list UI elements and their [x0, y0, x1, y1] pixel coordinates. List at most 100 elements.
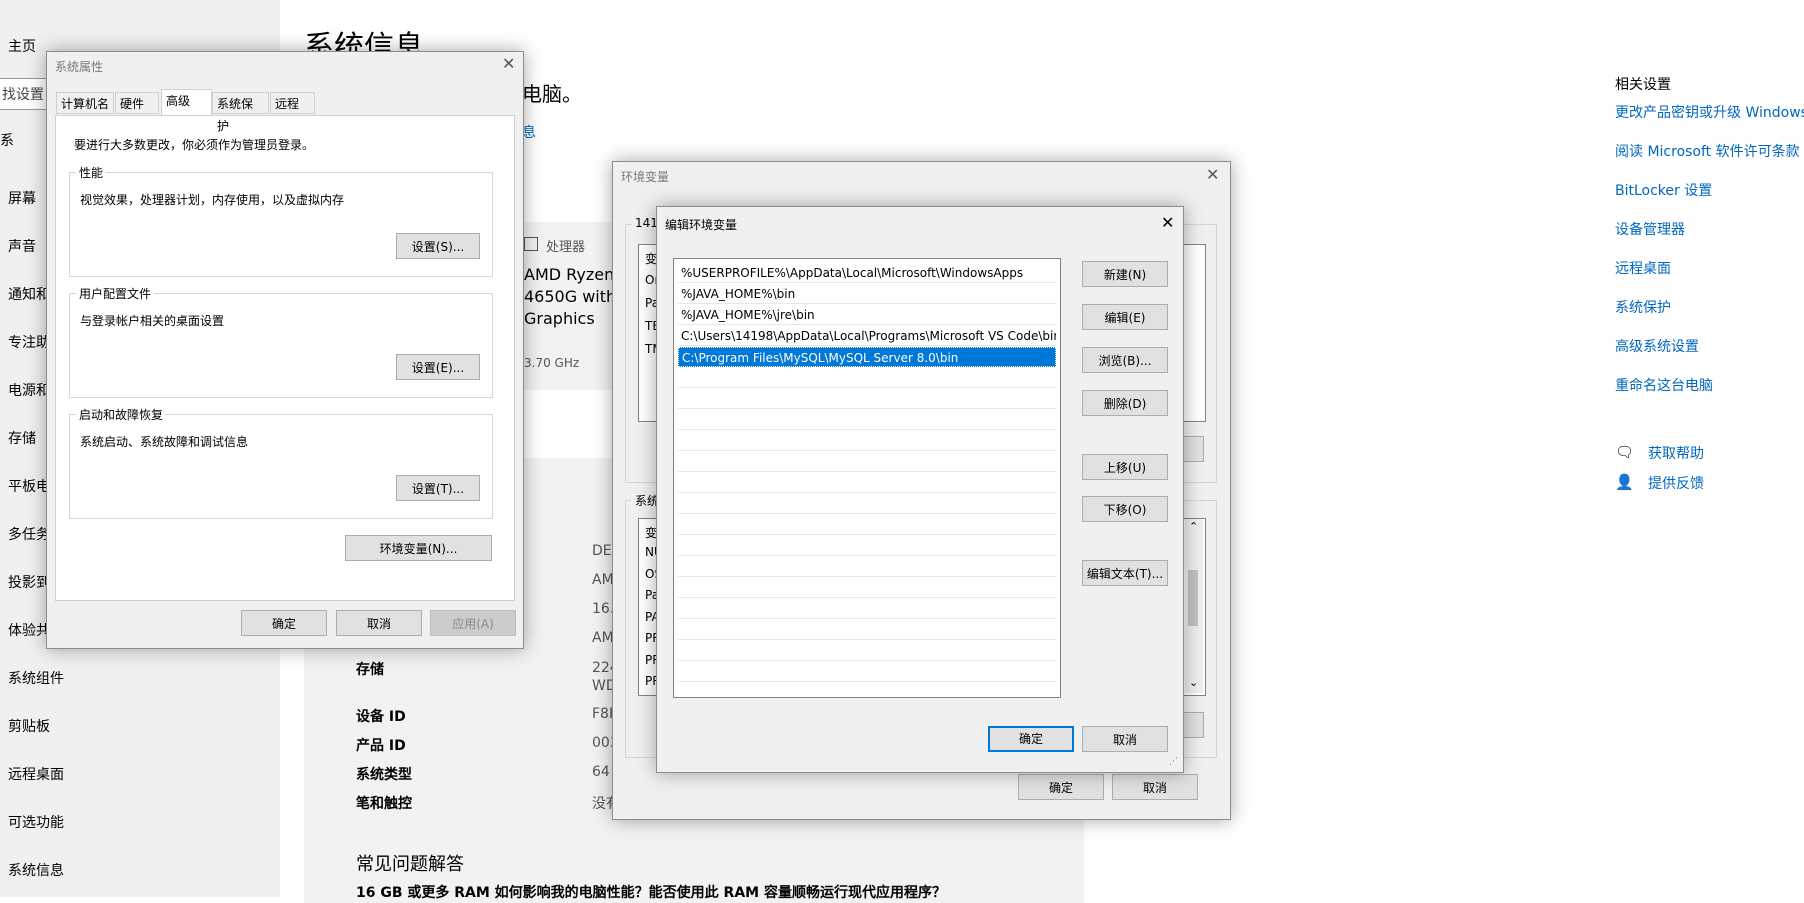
nav-item-components[interactable]: 系统组件 — [8, 668, 64, 688]
empty-row[interactable] — [678, 368, 1056, 388]
link-advanced-system-settings[interactable]: 高级系统设置 — [1615, 336, 1699, 356]
page-link[interactable]: 息 — [522, 122, 536, 142]
nav-item-display[interactable]: 屏幕 — [8, 188, 36, 208]
link-change-product-key[interactable]: 更改产品密钥或升级 Windows — [1615, 102, 1804, 122]
spec-value-2: AM — [592, 572, 614, 588]
nav-home[interactable]: 主页 — [8, 36, 36, 56]
performance-group: 性能 — [69, 164, 493, 277]
apply-button[interactable]: 应用(A) — [430, 610, 516, 636]
empty-row[interactable] — [678, 557, 1056, 577]
cancel-button[interactable]: 取消 — [1082, 726, 1168, 752]
delete-button[interactable]: 删除(D) — [1082, 390, 1168, 416]
group-label: 启动和故障恢复 — [76, 406, 167, 423]
ok-button[interactable]: 确定 — [241, 610, 327, 636]
close-icon[interactable]: ✕ — [1206, 165, 1219, 184]
empty-row[interactable] — [678, 515, 1056, 535]
tab-system-protection[interactable]: 系统保护 — [212, 92, 269, 133]
move-up-button[interactable]: 上移(U) — [1082, 454, 1168, 480]
faq-title: 常见问题解答 — [356, 854, 464, 875]
help-icon: 🗨 — [1615, 443, 1635, 461]
link-get-help[interactable]: 获取帮助 — [1648, 443, 1704, 463]
spec-value-system-type: 64 — [592, 764, 610, 780]
cancel-button[interactable]: 取消 — [336, 610, 422, 636]
path-entry[interactable]: %JAVA_HOME%\jre\bin — [678, 305, 1056, 325]
edit-text-button[interactable]: 编辑文本(T)... — [1082, 560, 1168, 586]
edit-button[interactable]: 编辑(E) — [1082, 304, 1168, 330]
environment-variables-button[interactable]: 环境变量(N)... — [345, 535, 492, 561]
empty-row[interactable] — [678, 431, 1056, 451]
link-system-protection[interactable]: 系统保护 — [1615, 297, 1671, 317]
nav-item-about[interactable]: 系统信息 — [8, 860, 64, 880]
path-entry-selected[interactable]: C:\Program Files\MySQL\MySQL Server 8.0\… — [678, 347, 1056, 367]
ok-button[interactable]: 确定 — [1018, 774, 1104, 800]
path-entry[interactable]: C:\Users\14198\AppData\Local\Programs\Mi… — [678, 326, 1056, 346]
empty-row[interactable] — [678, 494, 1056, 514]
empty-row[interactable] — [678, 578, 1056, 598]
user-profile-settings-button[interactable]: 设置(E)... — [396, 354, 480, 380]
move-down-button[interactable]: 下移(O) — [1082, 496, 1168, 522]
path-list[interactable]: %USERPROFILE%\AppData\Local\Microsoft\Wi… — [673, 258, 1061, 698]
close-icon[interactable]: ✕ — [502, 54, 515, 73]
empty-row[interactable] — [678, 641, 1056, 661]
processor-value: AMD Ryzen 4650G with Graphics — [524, 265, 617, 328]
empty-row[interactable] — [678, 620, 1056, 640]
startup-recovery-group: 启动和故障恢复 — [69, 406, 493, 519]
empty-row[interactable] — [678, 452, 1056, 472]
nav-item-power[interactable]: 电源和 — [8, 380, 50, 400]
empty-row[interactable] — [678, 473, 1056, 493]
link-license-terms[interactable]: 阅读 Microsoft 软件许可条款 — [1615, 141, 1800, 161]
ok-button[interactable]: 确定 — [988, 726, 1074, 752]
tab-advanced[interactable]: 高级 — [161, 89, 212, 115]
browse-button[interactable]: 浏览(B)... — [1082, 347, 1168, 373]
scroll-up-icon[interactable]: ⌃ — [1189, 520, 1198, 533]
path-entry[interactable]: %JAVA_HOME%\bin — [678, 284, 1056, 304]
startup-recovery-settings-button[interactable]: 设置(T)... — [396, 475, 480, 501]
spec-label-device-id: 设备 ID — [356, 709, 406, 725]
spec-value-4: AM — [592, 630, 614, 646]
empty-row[interactable] — [678, 662, 1056, 682]
page-subtitle: 电脑。 — [522, 82, 582, 106]
tab-computer-name[interactable]: 计算机名 — [56, 92, 114, 114]
user-profile-group: 用户配置文件 — [69, 285, 493, 398]
path-entry[interactable]: %USERPROFILE%\AppData\Local\Microsoft\Wi… — [678, 263, 1056, 283]
dialog-title: 编辑环境变量 — [665, 218, 738, 232]
startup-recovery-description: 系统启动、系统故障和调试信息 — [80, 435, 249, 449]
cancel-button[interactable]: 取消 — [1112, 774, 1198, 800]
nav-item-projecting[interactable]: 投影到 — [8, 572, 50, 592]
link-bitlocker[interactable]: BitLocker 设置 — [1615, 180, 1712, 200]
link-device-manager[interactable]: 设备管理器 — [1615, 219, 1685, 239]
nav-item-remote-desktop[interactable]: 远程桌面 — [8, 764, 64, 784]
scrollbar-thumb[interactable] — [1188, 570, 1198, 626]
empty-row[interactable] — [678, 410, 1056, 430]
nav-item-clipboard[interactable]: 剪贴板 — [8, 716, 50, 736]
nav-item-multitasking[interactable]: 多任务 — [8, 524, 50, 544]
user-profile-description: 与登录帐户相关的桌面设置 — [80, 314, 225, 328]
link-feedback[interactable]: 提供反馈 — [1648, 473, 1704, 493]
link-rename-pc[interactable]: 重命名这台电脑 — [1615, 375, 1713, 395]
nav-item-tablet[interactable]: 平板电 — [8, 476, 50, 496]
empty-row[interactable] — [678, 536, 1056, 556]
nav-item-shared[interactable]: 体验共 — [8, 620, 50, 640]
faq-question[interactable]: 16 GB 或更多 RAM 如何影响我的电脑性能？能否使用此 RAM 容量顺畅运… — [356, 882, 946, 902]
performance-settings-button[interactable]: 设置(S)... — [396, 233, 480, 259]
nav-item-optional-features[interactable]: 可选功能 — [8, 812, 64, 832]
resize-grip-icon[interactable]: ⋰ — [1169, 757, 1178, 767]
tab-hardware[interactable]: 硬件 — [115, 92, 159, 114]
spec-label-storage: 存储 — [356, 662, 384, 678]
spec-label-product-id: 产品 ID — [356, 738, 406, 754]
new-button[interactable]: 新建(N) — [1082, 261, 1168, 287]
empty-row[interactable] — [678, 389, 1056, 409]
nav-item-sound[interactable]: 声音 — [8, 236, 36, 256]
nav-item-focus[interactable]: 专注助 — [8, 332, 50, 352]
nav-item-storage[interactable]: 存储 — [8, 428, 36, 448]
close-icon[interactable]: ✕ — [1161, 213, 1174, 232]
nav-item-notifications[interactable]: 通知和 — [8, 284, 50, 304]
nav-category-system: 系 — [0, 133, 14, 149]
empty-row[interactable] — [678, 599, 1056, 619]
spec-label-pen-touch: 笔和触控 — [356, 796, 412, 812]
performance-description: 视觉效果，处理器计划，内存使用，以及虚拟内存 — [80, 193, 345, 207]
scroll-down-icon[interactable]: ⌄ — [1189, 676, 1198, 689]
link-remote-desktop[interactable]: 远程桌面 — [1615, 258, 1671, 278]
group-label: 性能 — [76, 164, 107, 181]
tab-remote[interactable]: 远程 — [270, 92, 315, 114]
